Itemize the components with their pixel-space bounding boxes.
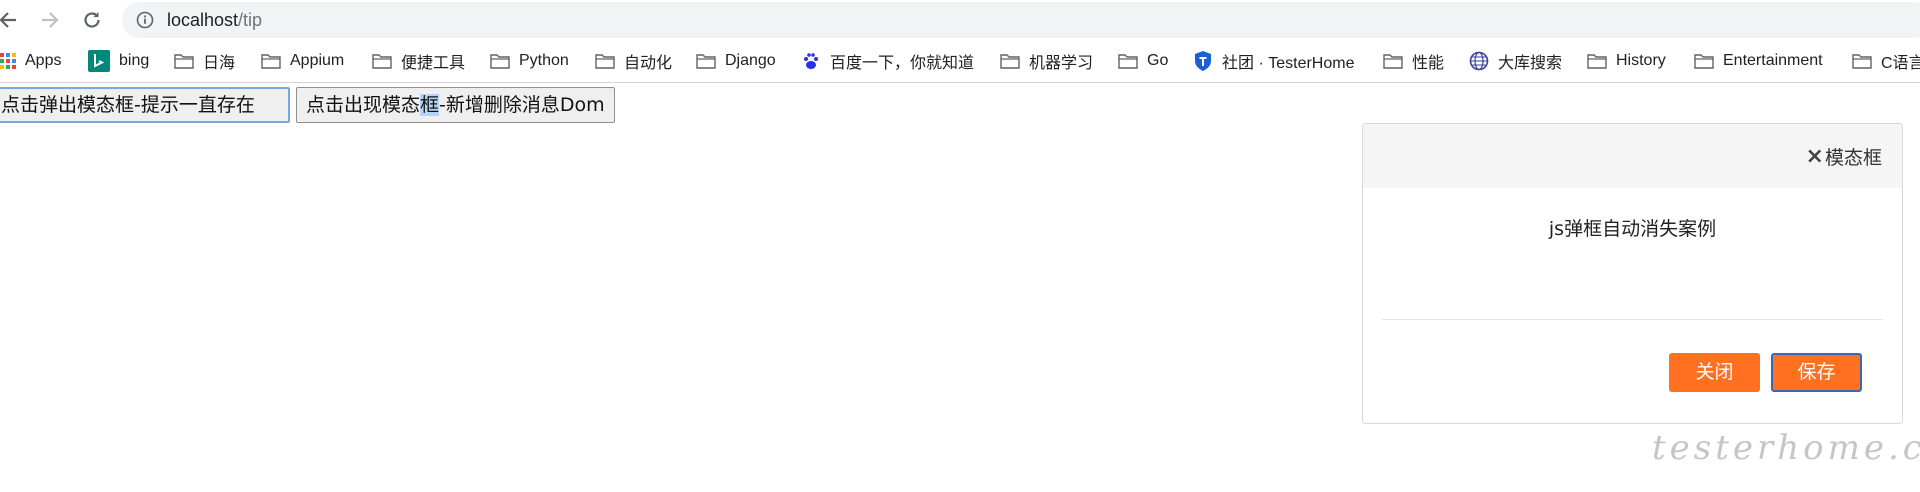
bookmark-dakusousuo[interactable]: 大库搜索 — [1469, 40, 1562, 82]
bookmark-label: 便捷工具 — [401, 55, 466, 72]
bookmark-folder-rihai[interactable]: 日海 — [174, 40, 235, 82]
folder-icon — [174, 53, 194, 69]
bookmark-label: Go — [1147, 52, 1169, 69]
bookmark-folder-performance[interactable]: 性能 — [1383, 40, 1444, 82]
forward-button[interactable] — [36, 6, 64, 34]
reload-icon — [84, 12, 100, 28]
bookmark-folder-appium[interactable]: Appium — [261, 40, 344, 82]
show-persistent-modal-button[interactable]: 点击弹出模态框-提示一直存在 — [0, 87, 290, 123]
bookmark-label: History — [1616, 52, 1666, 69]
bookmark-label: Appium — [290, 52, 345, 69]
bookmark-testerhome[interactable]: 社团 · TesterHome — [1193, 40, 1354, 82]
bookmark-label: 大库搜索 — [1498, 55, 1563, 72]
selected-text: 框 — [420, 94, 440, 116]
folder-icon — [696, 53, 716, 69]
show-auto-dismiss-modal-button[interactable]: 点击出现模态框-新增删除消息Dom — [296, 87, 615, 123]
button-label-end: -新增删除消息Dom — [439, 94, 605, 116]
watermark: testerhome.com — [1652, 428, 1920, 468]
bookmark-bing[interactable]: bing — [88, 40, 149, 82]
globe-icon — [1469, 51, 1489, 71]
modal-message: js弹框自动消失案例 — [1548, 218, 1717, 240]
bookmark-folder-entertainment[interactable]: Entertainment — [1694, 40, 1823, 82]
folder-icon — [1118, 53, 1138, 69]
modal-save-button[interactable]: 保存 — [1771, 353, 1862, 392]
back-arrow-icon — [0, 12, 16, 28]
testerhome-shield-icon — [1193, 50, 1213, 72]
close-icon[interactable]: × — [1806, 144, 1824, 169]
address-bar[interactable]: localhost/tip — [122, 2, 1920, 38]
folder-icon — [372, 53, 392, 69]
bookmark-baidu[interactable]: 百度一下，你就知道 — [801, 40, 974, 82]
bookmark-folder-history[interactable]: History — [1587, 40, 1666, 82]
bookmark-label: 社团 · TesterHome — [1222, 55, 1355, 72]
bookmark-folder-ml[interactable]: 机器学习 — [1000, 40, 1093, 82]
modal-header: × 模态框 — [1363, 124, 1902, 188]
bookmark-folder-python[interactable]: Python — [490, 40, 569, 82]
folder-icon — [261, 53, 281, 69]
folder-icon — [1383, 53, 1403, 69]
modal-divider — [1382, 319, 1883, 320]
bookmark-label: Django — [725, 52, 776, 69]
url-path: /tip — [238, 10, 263, 30]
folder-icon — [1000, 53, 1020, 69]
bookmark-folder-tools[interactable]: 便捷工具 — [372, 40, 465, 82]
bookmark-folder-go[interactable]: Go — [1118, 40, 1168, 82]
modal-close-button[interactable]: 关闭 — [1669, 353, 1760, 392]
folder-icon — [1852, 53, 1872, 69]
bookmark-label: 自动化 — [624, 55, 673, 72]
folder-icon — [1694, 53, 1714, 69]
bookmark-folder-django[interactable]: Django — [696, 40, 776, 82]
bookmark-apps[interactable]: Apps — [0, 40, 61, 82]
bookmark-label: 百度一下，你就知道 — [830, 55, 975, 72]
url-host: localhost — [167, 10, 239, 30]
folder-icon — [595, 53, 615, 69]
apps-grid-icon — [0, 53, 16, 69]
bookmarks-bar: Apps bing 日海 Appium 便捷工具 Python 自动化 Djan… — [0, 40, 1920, 83]
bookmark-folder-c-language[interactable]: C语言 — [1852, 40, 1920, 82]
modal-dialog: × 模态框 js弹框自动消失案例 关闭 保存 — [1362, 123, 1903, 424]
modal-title: 模态框 — [1824, 146, 1882, 169]
back-button[interactable] — [0, 6, 22, 34]
bookmark-label: bing — [119, 52, 150, 69]
baidu-paw-icon — [801, 51, 821, 71]
button-label: 点击弹出模态框-提示一直存在 — [1, 94, 255, 116]
bookmark-folder-automation[interactable]: 自动化 — [595, 40, 672, 82]
bookmark-label: C语言 — [1881, 55, 1920, 72]
bookmark-label: 机器学习 — [1029, 55, 1094, 72]
bookmark-label: Entertainment — [1723, 52, 1823, 69]
info-icon[interactable] — [136, 11, 154, 29]
modal-close-control[interactable]: × 模态框 — [1806, 144, 1882, 169]
bookmark-label: 性能 — [1412, 55, 1445, 72]
browser-toolbar: localhost/tip — [0, 0, 1920, 40]
folder-icon — [1587, 53, 1607, 69]
bookmark-label: Apps — [25, 52, 62, 69]
bookmark-label: Python — [519, 52, 569, 69]
url-text: localhost/tip — [167, 2, 262, 38]
bookmark-label: 日海 — [203, 55, 236, 72]
folder-icon — [490, 53, 510, 69]
forward-arrow-icon — [42, 12, 59, 28]
reload-button[interactable] — [78, 6, 106, 34]
bing-icon — [88, 50, 110, 72]
button-label-start: 点击出现模态 — [306, 94, 421, 116]
